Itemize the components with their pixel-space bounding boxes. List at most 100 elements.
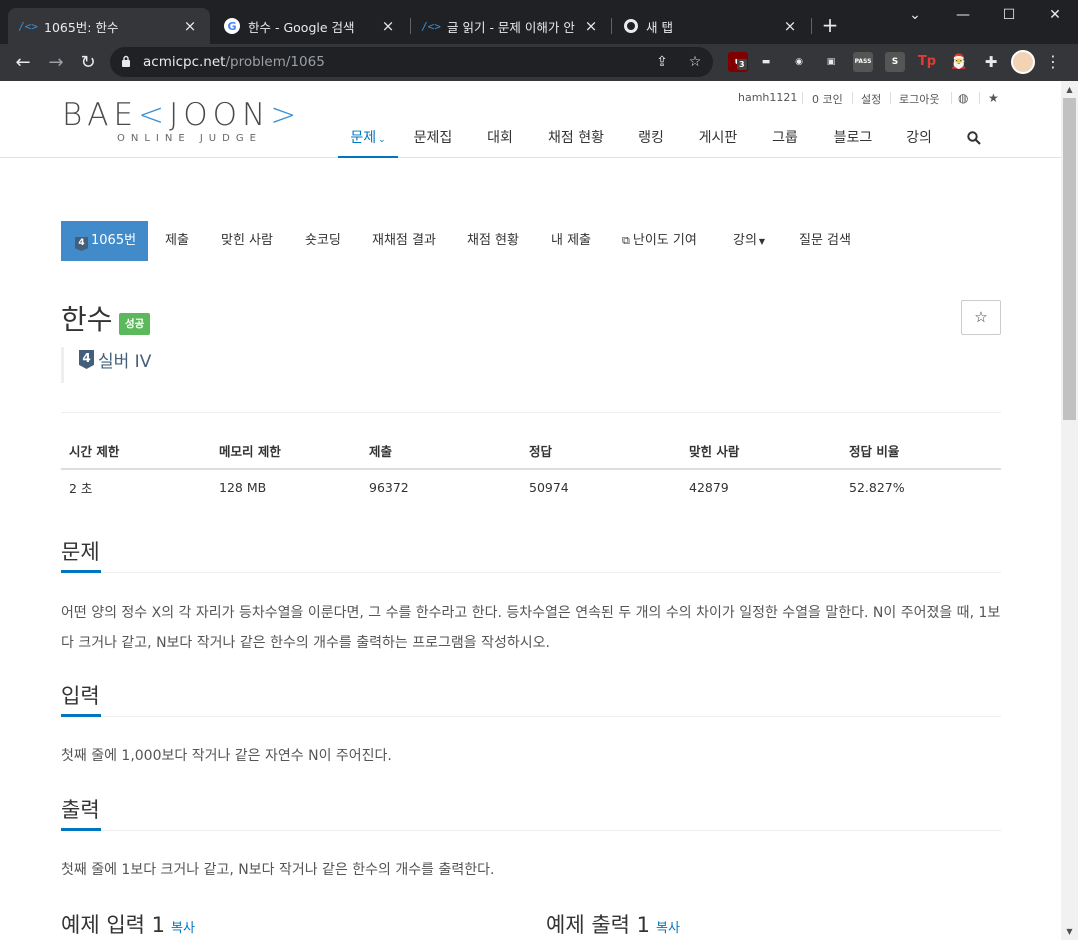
bookmark-star-icon[interactable]: ☆ [685,52,705,72]
emoji-extension-icon[interactable]: 🎅 [949,52,969,72]
star-icon: ☆ [974,308,988,326]
search-icon[interactable] [962,127,986,158]
new-tab-button[interactable]: + [818,14,842,38]
s-extension-icon[interactable]: S [885,52,905,72]
divider [979,92,980,104]
description-heading: 문제 [61,540,100,564]
maximize-button[interactable]: ☐ [986,2,1032,30]
status-badge: 성공 [119,313,151,335]
nav-blog[interactable]: 블로그 [828,127,878,158]
nav-status[interactable]: 채점 현황 [543,127,609,158]
close-icon[interactable]: × [182,18,198,34]
extension-icon[interactable]: ▬ [756,52,776,72]
puzzle-icon[interactable]: ✚ [981,52,1001,72]
tab-my-submissions[interactable]: 내 제출 [537,221,605,261]
boj-icon: /<> [18,19,38,33]
tab-difficulty[interactable]: ⧉ 난이도 기여 [608,221,711,261]
menu-icon[interactable]: ⋮ [1045,52,1061,72]
output-heading: 출력 [61,798,100,822]
chrome-icon [624,19,638,33]
divider [951,92,952,104]
site-header: BAE<JOON> ONLINE JUDGE hamh1121 0 코인 설정 … [0,81,1061,158]
reload-button[interactable]: ↻ [74,49,102,77]
tab-submit[interactable]: 제출 [151,221,203,261]
tab-status[interactable]: 채점 현황 [453,221,533,261]
star-icon[interactable]: ★ [988,91,999,105]
sample-output-heading: 예제 출력 1 복사 [546,913,680,937]
problem-subnav: 4 1065번 제출 맞힌 사람 숏코딩 재채점 결과 채점 현황 내 제출 ⧉ 난… [61,221,1001,262]
coin-link[interactable]: 0 코인 [812,91,843,107]
description-text: 어떤 양의 정수 X의 각 자리가 등차수열을 이룬다면, 그 수를 한수라고 … [61,605,1001,651]
tab-problem[interactable]: 4 1065번 [61,221,148,261]
favorite-button[interactable]: ☆ [961,300,1001,335]
scrollbar-thumb[interactable] [1063,98,1076,420]
table-header: 메모리 제한 [211,433,361,470]
scroll-down-icon[interactable]: ▼ [1061,923,1078,940]
close-window-button[interactable]: ✕ [1032,2,1078,30]
tier-badge-icon: 4 [79,350,94,369]
tab-solved-users[interactable]: 맞힌 사람 [207,221,287,261]
tab-search-button[interactable]: ⌄ [892,2,938,30]
address-bar[interactable]: acmicpc.net/problem/1065 ⇪ ☆ [110,47,713,77]
heading-underline [61,570,101,573]
output-text: 첫째 줄에 1보다 크거나 같고, N보다 작거나 같은 한수의 개수를 출력한… [61,862,495,878]
tab-lectures[interactable]: 강의 ▼ [719,221,779,261]
ublock-icon[interactable]: u3 [728,52,748,72]
globe-icon[interactable]: ◍ [958,91,968,105]
forward-button[interactable]: → [42,49,70,77]
site-logo[interactable]: BAE<JOON> ONLINE JUDGE [62,99,312,147]
close-icon[interactable]: × [583,18,599,34]
table-cell: 50974 [529,480,569,495]
tab-separator [811,18,812,34]
close-icon[interactable]: × [380,18,396,34]
browser-tab-3[interactable]: /<> 글 읽기 - 문제 이해가 안 × [411,8,611,44]
browser-tab-2[interactable]: G 한수 - Google 검색 × [212,8,408,44]
tab-short-coding[interactable]: 숏코딩 [291,221,355,261]
tab-title: 새 탭 [646,19,673,35]
copy-link[interactable]: 복사 [656,921,680,936]
table-row: 2 초 128 MB 96372 50974 42879 52.827% [61,469,1001,505]
nav-problems[interactable]: 문제 ⌄ [338,127,398,158]
divider [852,92,853,104]
nav-groups[interactable]: 그룹 [766,127,804,158]
heading-underline [61,714,101,717]
minimize-button[interactable]: — [940,2,986,30]
back-button[interactable]: ← [9,49,37,77]
profile-avatar[interactable] [1011,50,1035,74]
copy-link[interactable]: 복사 [171,921,195,936]
nav-lectures[interactable]: 강의 [900,127,938,158]
settings-link[interactable]: 설정 [861,91,881,107]
divider [802,92,803,104]
scrollbar[interactable]: ▲ ▼ [1061,81,1078,940]
close-icon[interactable]: × [782,18,798,34]
username-link[interactable]: hamh1121 [738,91,797,104]
nav-ranking[interactable]: 랭킹 [632,127,670,158]
external-link-icon: ⧉ [622,234,630,247]
share-icon[interactable]: ⇪ [652,52,672,72]
tab-rejudge[interactable]: 재채점 결과 [358,221,450,261]
nav-board[interactable]: 게시판 [693,127,743,158]
tab-title: 1065번: 한수 [44,19,119,35]
table-header: 정답 [521,433,681,470]
browser-tab-4[interactable]: 새 탭 × [612,8,810,44]
input-heading: 입력 [61,684,100,708]
tier-info: 4 실버 IV [61,347,151,383]
table-header: 맞힌 사람 [681,433,841,470]
table-cell: 42879 [689,480,729,495]
browser-tab-1[interactable]: /<> 1065번: 한수 × [8,8,210,44]
nav-contests[interactable]: 대회 [480,127,520,158]
table-cell: 2 초 [69,481,93,496]
boj-icon: /<> [421,19,441,33]
page-viewport: BAE<JOON> ONLINE JUDGE hamh1121 0 코인 설정 … [0,81,1061,940]
heading-underline [61,828,101,831]
tp-extension-icon[interactable]: Tp [917,52,937,72]
logout-link[interactable]: 로그아웃 [899,91,939,107]
scroll-up-icon[interactable]: ▲ [1061,81,1078,98]
picture-in-picture-icon[interactable]: ▣ [821,52,841,72]
table-cell: 52.827% [849,480,905,495]
tab-question-search[interactable]: 질문 검색 [785,221,865,261]
nav-workbooks[interactable]: 문제집 [408,127,458,158]
owl-extension-icon[interactable]: ◉ [789,52,809,72]
pass-extension-icon[interactable]: PASS [853,52,873,72]
table-header: 정답 비율 [841,433,1001,470]
